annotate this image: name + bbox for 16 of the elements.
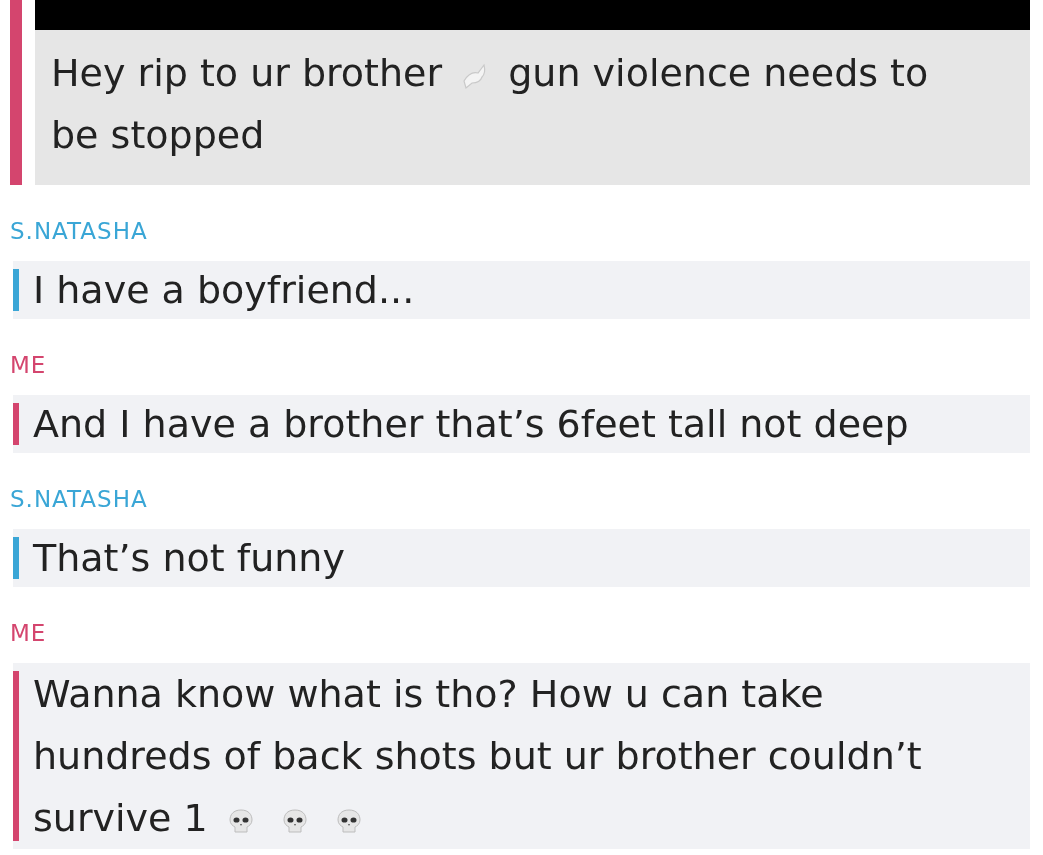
message-text: Wanna know what is tho? How u can take	[33, 672, 824, 716]
message-text: be stopped	[51, 113, 265, 157]
sender-bar	[13, 537, 19, 579]
sender-name: S.NATASHA	[10, 217, 149, 245]
message-text: I have a boyfriend...	[33, 268, 415, 312]
sender-name: ME	[10, 619, 48, 647]
message-text: Hey rip to ur brother	[51, 51, 443, 95]
sender-name: ME	[10, 351, 48, 379]
message-text: And I have a brother that’s 6feet tall not deep	[33, 402, 909, 446]
message-text: hundreds of back shots but ur brother couldn’t	[33, 734, 922, 778]
sender-bar	[13, 269, 19, 311]
message-text: gun violence needs to	[508, 51, 929, 95]
message-text: That’s not funny	[33, 536, 345, 580]
sender-name: S.NATASHA	[10, 485, 149, 513]
sender-bar	[13, 403, 19, 445]
message-text: survive 1	[33, 796, 208, 840]
